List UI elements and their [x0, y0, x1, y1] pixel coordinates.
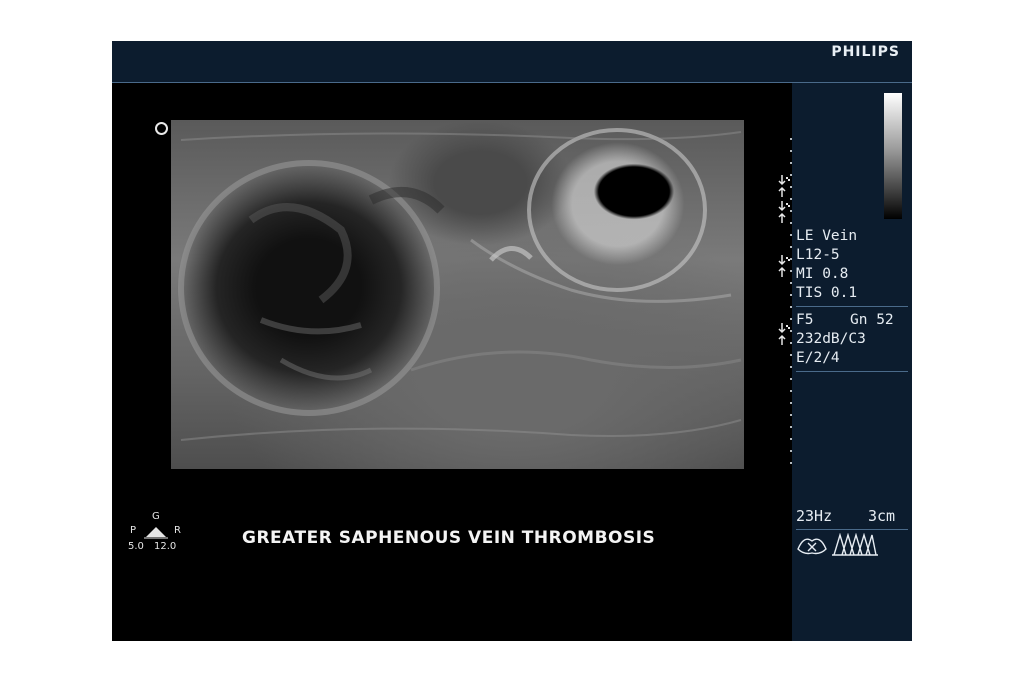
- mi-readout: MI 0.8: [796, 266, 849, 282]
- grayscale-map-bar: [884, 93, 902, 219]
- frequency-readout: F5: [796, 312, 814, 328]
- ultrasound-screen: PHILIPS LE Vein L12-5 MI 0.8 TIS 0.1 F5 …: [112, 41, 912, 641]
- orientation-indicator: G P R 5.0 12.0: [126, 511, 196, 561]
- parameter-panel: LE Vein L12-5 MI 0.8 TIS 0.1 F5 Gn 52 23…: [792, 83, 912, 641]
- brand-logo: PHILIPS: [831, 44, 900, 60]
- separator: [796, 306, 908, 307]
- persistence-readout: E/2/4: [796, 350, 840, 366]
- ultrasound-image: [171, 120, 744, 469]
- transducer-label: L12-5: [796, 247, 840, 263]
- tissue-texture: [178, 128, 742, 441]
- tis-readout: TIS 0.1: [796, 285, 858, 301]
- top-bar: PHILIPS: [112, 41, 912, 83]
- separator: [796, 371, 908, 372]
- orientation-top-label: G: [152, 511, 160, 522]
- focus-zone-marker-icon: [778, 175, 790, 197]
- sonoct-x-icon: [797, 538, 827, 555]
- focus-zone-marker-icon: [778, 323, 790, 345]
- image-caption: GREATER SAPHENOUS VEIN THROMBOSIS: [242, 528, 656, 548]
- depth-readout: 3cm: [868, 507, 896, 525]
- beam-steering-icon: [832, 533, 878, 556]
- dynamic-range-readout: 232dB/C3: [796, 331, 866, 347]
- frame-rate-readout: 23Hz: [796, 507, 833, 525]
- focus-zone-marker-icon: [778, 201, 790, 223]
- orientation-triangle-icon: [144, 527, 168, 539]
- orientation-left-value: 5.0: [128, 541, 144, 552]
- orientation-left-label: P: [130, 525, 137, 536]
- orientation-right-label: R: [174, 525, 181, 536]
- preset-label: LE Vein: [796, 228, 858, 244]
- gain-readout: Gn 52: [850, 312, 894, 328]
- separator: [796, 529, 908, 530]
- orientation-right-value: 12.0: [154, 541, 177, 552]
- orientation-marker-icon: [155, 122, 168, 135]
- focus-zone-marker-icon: [778, 255, 790, 277]
